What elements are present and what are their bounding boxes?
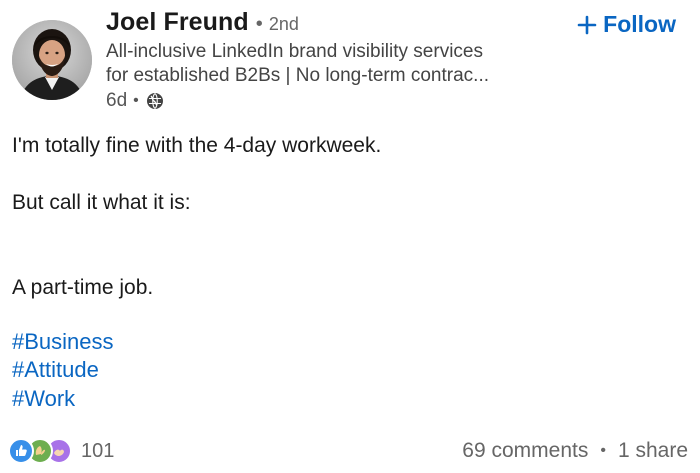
author-name-line: Joel Freund • 2nd (106, 8, 299, 40)
separator-dot: • (600, 442, 606, 459)
shares-count-link[interactable]: 1 share (618, 439, 688, 463)
reactions-count: 101 (81, 439, 115, 462)
headline-line-2: for established B2Bs | No long-term cont… (106, 65, 489, 86)
post-text-line: A part-time job. (12, 276, 154, 299)
separator-dot: • (255, 13, 263, 35)
hashtag-link[interactable]: #Business (12, 329, 114, 355)
follow-button[interactable]: Follow (577, 8, 676, 40)
hashtag-link[interactable]: #Attitude (12, 357, 99, 383)
post-time: 6d (106, 90, 128, 111)
headline-line-1: All-inclusive LinkedIn brand visibility … (106, 41, 483, 62)
post-meta: 6d • (106, 89, 164, 113)
comments-count-link[interactable]: 69 comments (462, 439, 588, 463)
author-name[interactable]: Joel Freund (106, 8, 249, 37)
post-text-line: I'm totally fine with the 4-day workweek… (12, 134, 382, 157)
post-text-line: But call it what it is: (12, 191, 191, 214)
social-counts: 69 comments • 1 share (462, 437, 688, 465)
avatar-image (12, 20, 92, 100)
follow-label: Follow (603, 10, 676, 37)
hashtag-link[interactable]: #Work (12, 386, 75, 412)
author-headline: All-inclusive LinkedIn brand visibility … (106, 40, 566, 88)
reactions-summary[interactable]: 101 (8, 437, 114, 465)
plus-icon (577, 14, 597, 35)
like-icon (8, 438, 34, 464)
connection-degree: 2nd (268, 14, 299, 34)
globe-icon (146, 92, 164, 110)
separator-dot: • (133, 92, 139, 109)
author-avatar[interactable] (12, 20, 92, 100)
